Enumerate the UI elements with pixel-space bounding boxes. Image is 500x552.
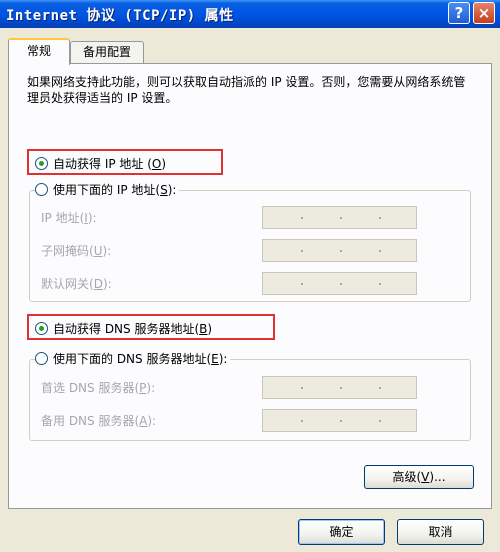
help-icon: ?	[454, 4, 464, 22]
help-button[interactable]: ?	[448, 2, 470, 24]
radio-manual-dns[interactable]: 使用下面的 DNS 服务器地址(E):	[35, 350, 231, 367]
radio-manual-dns-indicator[interactable]	[35, 352, 48, 365]
ip-address-label: IP 地址(I):	[41, 211, 97, 225]
ok-button[interactable]: 确定	[298, 519, 385, 545]
radio-manual-ip-label: 使用下面的 IP 地址(S):	[53, 183, 177, 197]
default-gateway-input[interactable]	[262, 272, 417, 295]
alternate-dns-input[interactable]	[262, 409, 417, 432]
radio-manual-ip-indicator[interactable]	[35, 183, 48, 196]
close-button[interactable]: ×	[473, 2, 495, 24]
cancel-button[interactable]: 取消	[397, 519, 484, 545]
advanced-button[interactable]: 高级(V)...	[364, 465, 474, 489]
title-bar: Internet 协议 (TCP/IP) 属性 ? ×	[0, 0, 500, 28]
tab-general-label: 常规	[26, 44, 51, 58]
subnet-mask-label: 子网掩码(U):	[41, 244, 112, 258]
description-text: 如果网络支持此功能，则可以获取自动指派的 IP 设置。否则，您需要从网络系统管理…	[27, 75, 466, 105]
radio-manual-dns-label: 使用下面的 DNS 服务器地址(E):	[53, 352, 228, 366]
radio-auto-dns[interactable]: 自动获得 DNS 服务器地址(B)	[35, 320, 212, 337]
radio-auto-ip-label: 自动获得 IP 地址 (O)	[53, 157, 167, 171]
ip-address-input[interactable]	[262, 206, 417, 229]
preferred-dns-label: 首选 DNS 服务器(P):	[41, 381, 156, 395]
radio-auto-dns-indicator[interactable]	[35, 322, 48, 335]
preferred-dns-input[interactable]	[262, 376, 417, 399]
radio-auto-ip-indicator[interactable]	[35, 157, 48, 170]
radio-manual-ip[interactable]: 使用下面的 IP 地址(S):	[35, 181, 180, 198]
alternate-dns-label: 备用 DNS 服务器(A):	[41, 414, 157, 428]
radio-auto-dns-label: 自动获得 DNS 服务器地址(B)	[53, 322, 213, 336]
tab-alternate-config-label: 备用配置	[82, 45, 131, 59]
general-tab-panel: 如果网络支持此功能，则可以获取自动指派的 IP 设置。否则，您需要从网络系统管理…	[8, 63, 492, 509]
subnet-mask-input[interactable]	[262, 239, 417, 262]
radio-auto-ip[interactable]: 自动获得 IP 地址 (O)	[35, 155, 166, 172]
close-icon: ×	[477, 4, 491, 22]
tab-general[interactable]: 常规	[8, 38, 70, 65]
tab-alternate-config[interactable]: 备用配置	[70, 41, 144, 64]
default-gateway-label: 默认网关(D):	[41, 277, 112, 291]
window-title: Internet 协议 (TCP/IP) 属性	[6, 8, 234, 24]
